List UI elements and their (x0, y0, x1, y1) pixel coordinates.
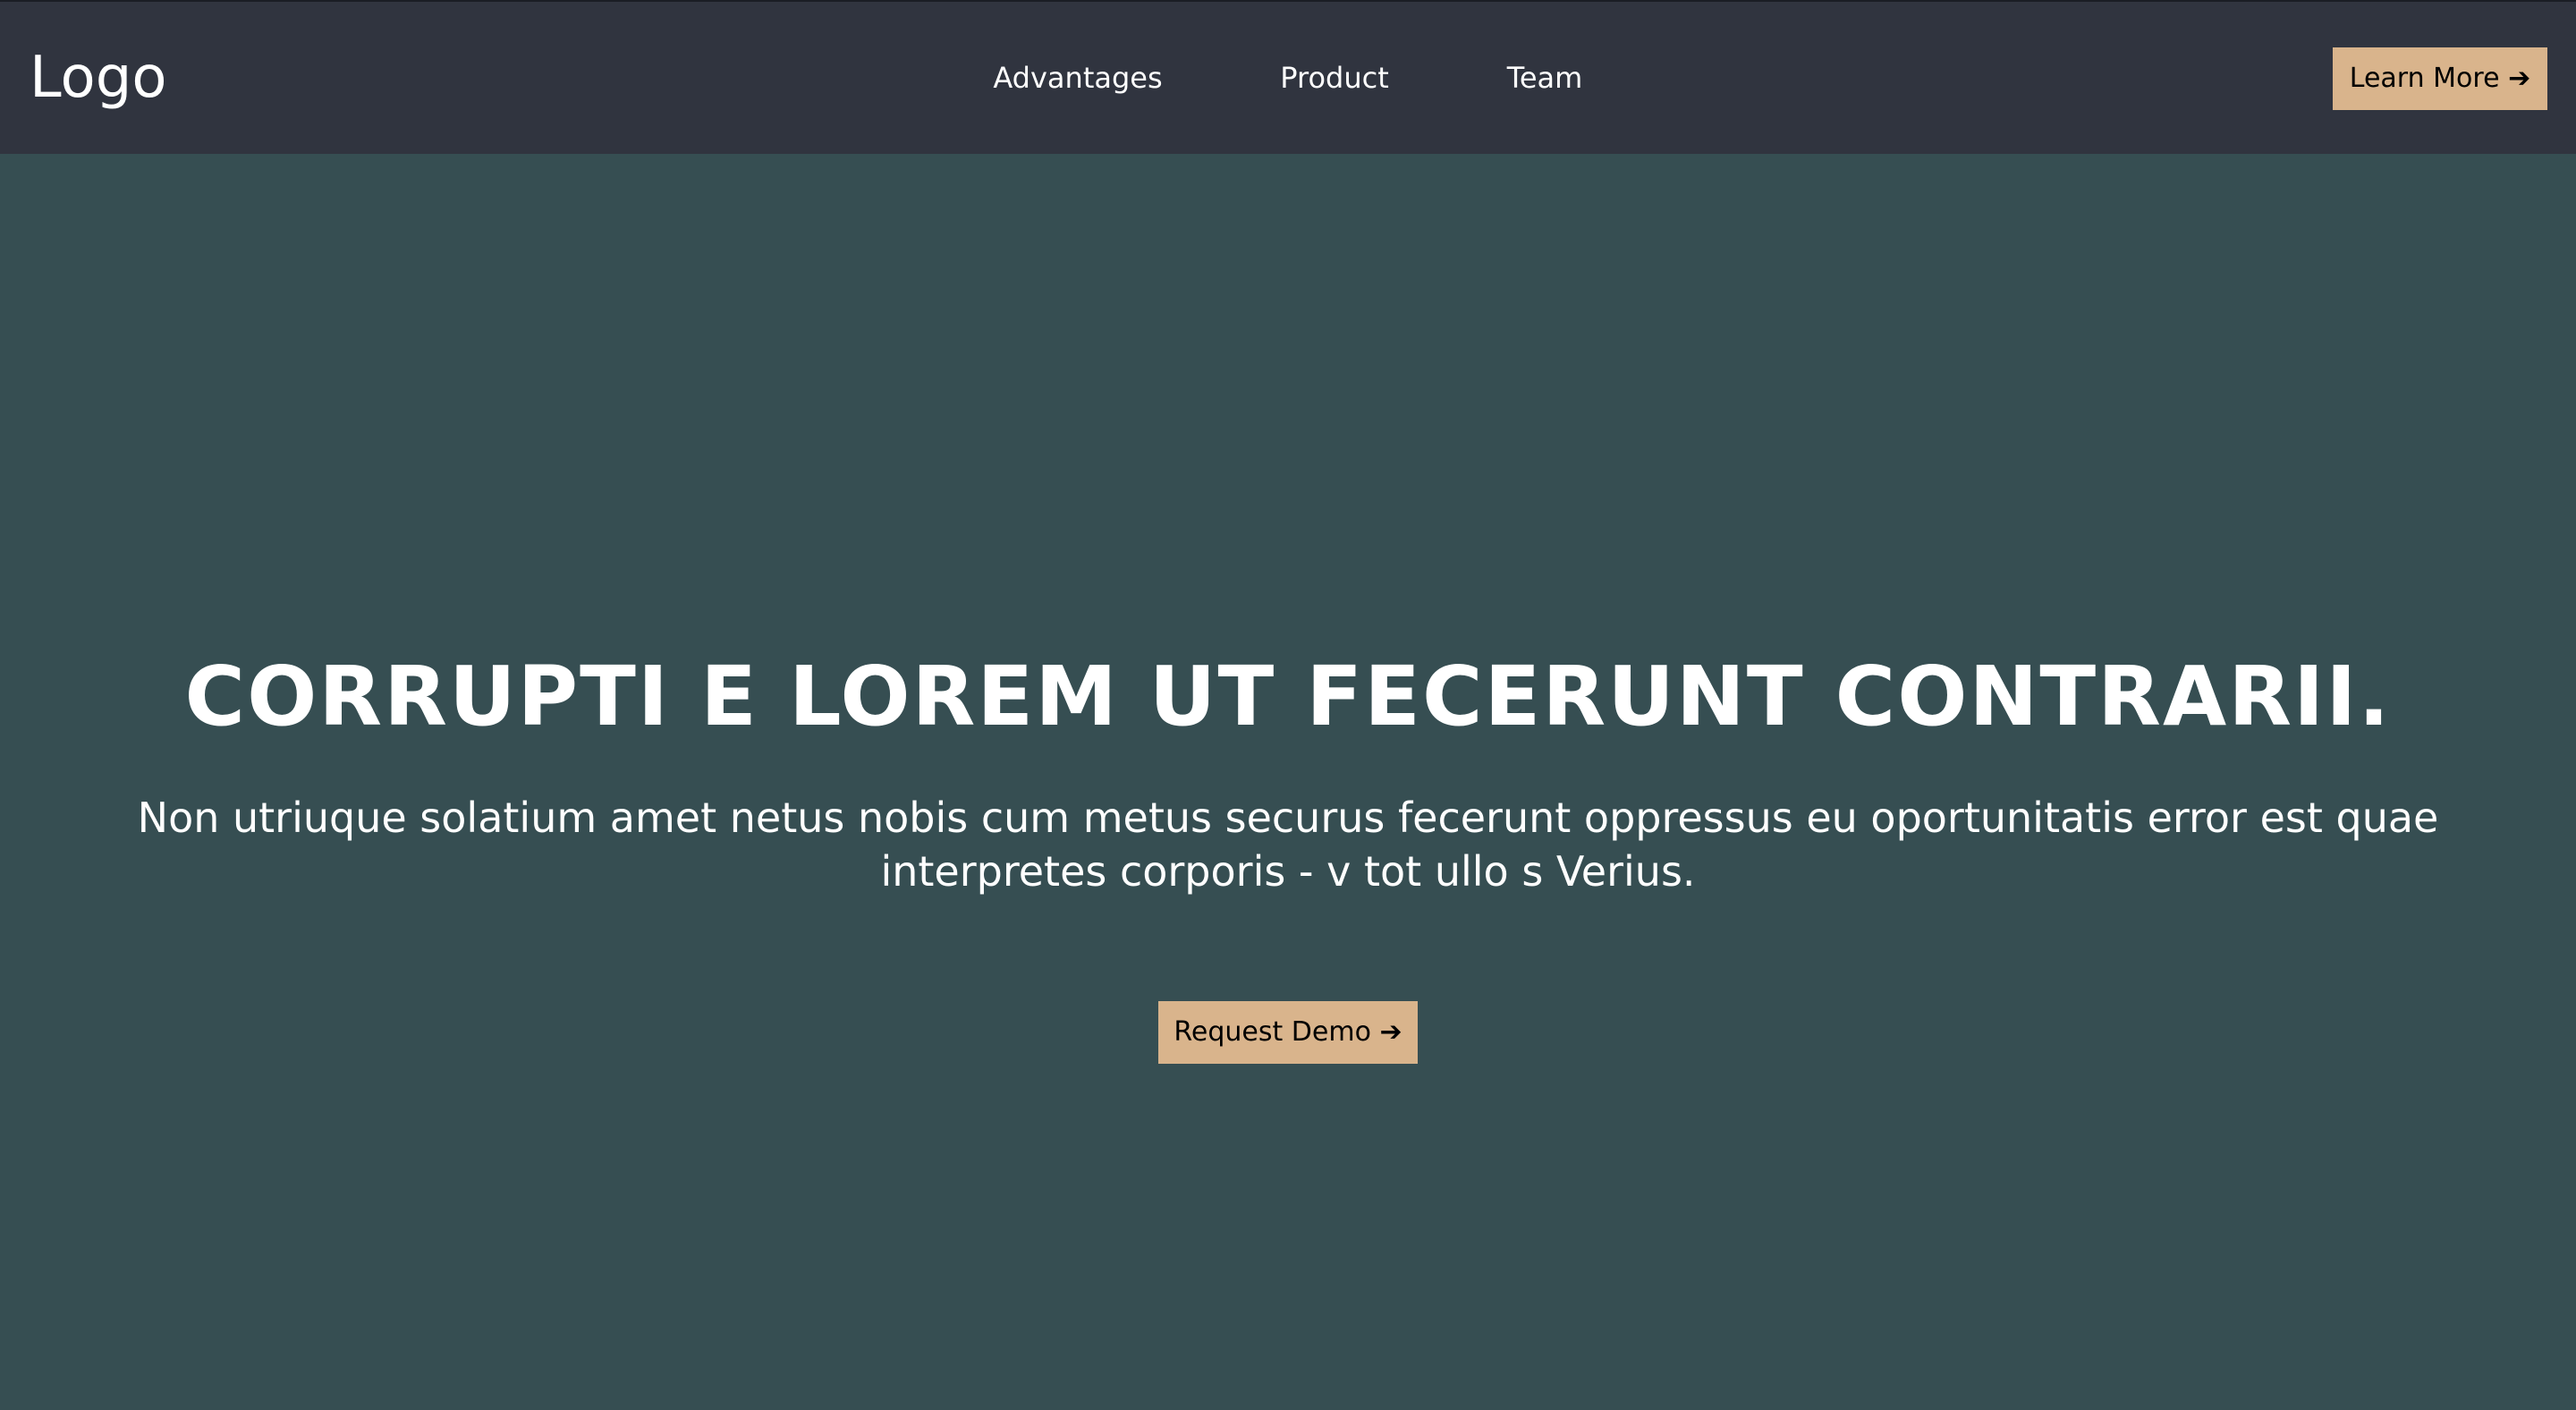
hero-subtitle: Non utriuque solatium amet netus nobis c… (137, 794, 2439, 896)
learn-more-button[interactable]: Learn More ➔ (2333, 47, 2547, 110)
request-demo-button[interactable]: Request Demo ➔ (1158, 1001, 1418, 1064)
nav-link-team[interactable]: Team (1505, 54, 1584, 102)
logo[interactable]: Logo (30, 38, 166, 118)
nav-links: Advantages Product Team (0, 54, 2576, 102)
navbar: Logo Advantages Product Team Learn More … (0, 2, 2576, 154)
nav-link-advantages[interactable]: Advantages (991, 54, 1165, 102)
nav-link-product[interactable]: Product (1276, 54, 1393, 102)
hero-title: Corrupti e lorem ut fecerunt contrarii. (184, 649, 2392, 744)
